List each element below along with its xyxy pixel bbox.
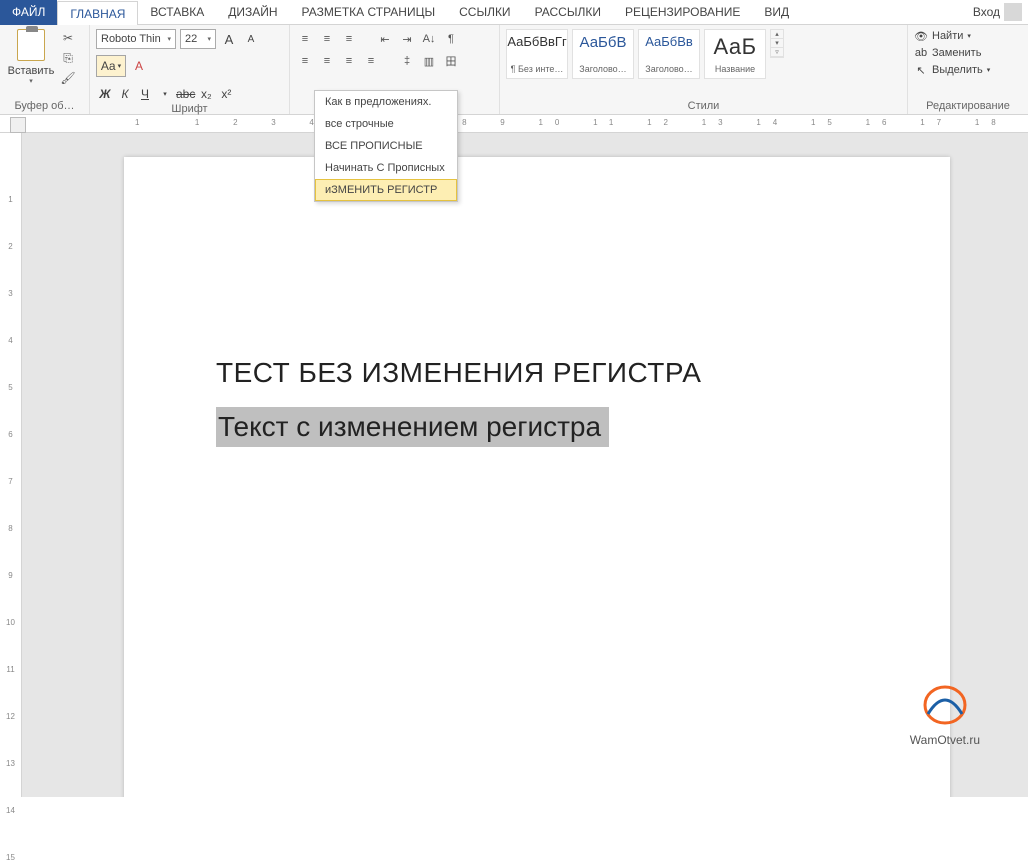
paste-label: Вставить xyxy=(8,65,55,77)
login-link[interactable]: Вход xyxy=(973,3,1022,21)
group-styles: АаБбВвГг ¶ Без инте… АаБбВ Заголово… АаБ… xyxy=(500,25,908,114)
case-sentence[interactable]: Как в предложениях. xyxy=(315,91,457,113)
spacing-button[interactable]: ‡ xyxy=(398,53,416,69)
watermark-logo-icon xyxy=(922,684,968,726)
align-center-button[interactable]: ≡ xyxy=(318,53,336,69)
paste-button[interactable]: Вставить ▾ xyxy=(6,27,56,85)
select-button[interactable]: ↖ Выделить ▾ xyxy=(914,63,990,77)
clipboard-icon xyxy=(17,29,45,61)
group-clipboard: Вставить ▾ ✂ ⎘ 🖌 Буфер об… xyxy=(0,25,90,114)
tab-bar: ФАЙЛ ГЛАВНАЯ ВСТАВКА ДИЗАЙН РАЗМЕТКА СТР… xyxy=(0,0,1028,25)
sort-button[interactable]: A↓ xyxy=(420,31,438,47)
find-button[interactable]: 👁 Найти ▾ xyxy=(914,29,971,43)
change-case-button[interactable]: Aa ▾ xyxy=(96,55,126,77)
case-toggle[interactable]: иЗМЕНИТЬ РЕГИСТР xyxy=(315,179,457,201)
document-text-line1[interactable]: ТЕСТ БЕЗ ИЗМЕНЕНИЯ РЕГИСТРА xyxy=(216,357,858,389)
align-right-button[interactable]: ≡ xyxy=(340,53,358,69)
watermark: WamOtvet.ru xyxy=(910,684,980,747)
italic-button[interactable]: К xyxy=(116,85,134,103)
group-editing: 👁 Найти ▾ ab Заменить ↖ Выделить ▾ Редак… xyxy=(908,25,1028,114)
superscript-button[interactable]: x² xyxy=(217,85,235,103)
tab-design[interactable]: ДИЗАЙН xyxy=(216,0,289,25)
indent-inc-button[interactable]: ⇥ xyxy=(398,31,416,47)
font-size-select[interactable]: 22▾ xyxy=(180,29,216,49)
font-name-select[interactable]: Roboto Thin▾ xyxy=(96,29,176,49)
user-avatar-icon xyxy=(1004,3,1022,21)
styles-more-button[interactable]: ▴▾▿ xyxy=(770,29,784,58)
ruler-vertical[interactable]: 123456789101112131415 xyxy=(0,133,22,797)
case-capitalize[interactable]: Начинать С Прописных xyxy=(315,157,457,179)
replace-icon: ab xyxy=(914,46,928,60)
showmarks-button[interactable]: ¶ xyxy=(442,31,460,47)
group-styles-label: Стили xyxy=(506,100,901,114)
subscript-button[interactable]: x₂ xyxy=(197,85,215,103)
ruler-horizontal[interactable]: 1123456789101112131415161718 xyxy=(0,115,1028,133)
format-painter-icon[interactable]: 🖌 xyxy=(60,70,76,86)
shrink-font-button[interactable]: A xyxy=(242,30,260,48)
grow-font-button[interactable]: A xyxy=(220,30,238,48)
clear-format-button[interactable]: A xyxy=(130,57,148,75)
underline-button[interactable]: Ч xyxy=(136,85,154,103)
numbering-button[interactable]: ≡ xyxy=(318,31,336,47)
multilevel-button[interactable]: ≡ xyxy=(340,31,358,47)
binoculars-icon: 👁 xyxy=(914,29,928,43)
cut-icon[interactable]: ✂ xyxy=(60,30,76,46)
bold-button[interactable]: Ж xyxy=(96,85,114,103)
case-upper[interactable]: ВСЕ ПРОПИСНЫЕ xyxy=(315,135,457,157)
cursor-icon: ↖ xyxy=(914,63,928,77)
justify-button[interactable]: ≡ xyxy=(362,53,380,69)
style-normal[interactable]: АаБбВвГг ¶ Без инте… xyxy=(506,29,568,79)
replace-button[interactable]: ab Заменить xyxy=(914,46,981,60)
tab-home[interactable]: ГЛАВНАЯ xyxy=(57,1,138,26)
document-text-selected[interactable]: Текст с изменением регистра xyxy=(216,407,609,447)
document-area: 123456789101112131415 ТЕСТ БЕЗ ИЗМЕНЕНИЯ… xyxy=(0,133,1028,797)
align-left-button[interactable]: ≡ xyxy=(296,53,314,69)
group-editing-label: Редактирование xyxy=(914,100,1022,114)
tab-insert[interactable]: ВСТАВКА xyxy=(138,0,216,25)
group-font: Roboto Thin▾ 22▾ A A Aa ▾ A Ж К Ч ▾ xyxy=(90,25,290,114)
case-lower[interactable]: все строчные xyxy=(315,113,457,135)
tab-review[interactable]: РЕЦЕНЗИРОВАНИЕ xyxy=(613,0,752,25)
borders-button[interactable]: 田 xyxy=(442,53,460,69)
tab-references[interactable]: ССЫЛКИ xyxy=(447,0,522,25)
copy-icon[interactable]: ⎘ xyxy=(60,50,76,66)
bullets-button[interactable]: ≡ xyxy=(296,31,314,47)
indent-dec-button[interactable]: ⇤ xyxy=(376,31,394,47)
style-heading1[interactable]: АаБбВ Заголово… xyxy=(572,29,634,79)
style-heading2[interactable]: АаБбВв Заголово… xyxy=(638,29,700,79)
group-clipboard-label: Буфер об… xyxy=(6,100,83,114)
tab-view[interactable]: ВИД xyxy=(752,0,801,25)
page-viewport[interactable]: ТЕСТ БЕЗ ИЗМЕНЕНИЯ РЕГИСТРА Текст с изме… xyxy=(22,133,1028,797)
login-label: Вход xyxy=(973,5,1000,19)
shading-button[interactable]: ▥ xyxy=(420,53,438,69)
tab-mailings[interactable]: РАССЫЛКИ xyxy=(523,0,613,25)
tab-file[interactable]: ФАЙЛ xyxy=(0,0,57,25)
ribbon: Вставить ▾ ✂ ⎘ 🖌 Буфер об… Roboto Thin▾ … xyxy=(0,25,1028,115)
change-case-menu: Как в предложениях. все строчные ВСЕ ПРО… xyxy=(314,90,458,202)
page: ТЕСТ БЕЗ ИЗМЕНЕНИЯ РЕГИСТРА Текст с изме… xyxy=(124,157,950,797)
style-title[interactable]: АаБ Название xyxy=(704,29,766,79)
tab-layout[interactable]: РАЗМЕТКА СТРАНИЦЫ xyxy=(290,0,448,25)
strike-button[interactable]: abc xyxy=(176,85,195,103)
